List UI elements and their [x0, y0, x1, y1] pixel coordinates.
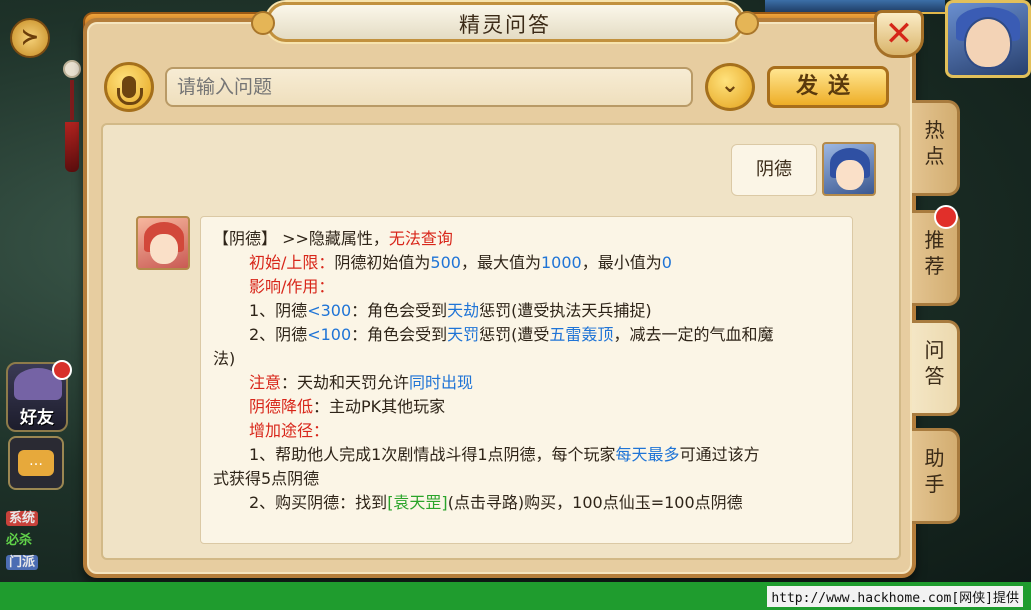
answer-line-increase-2: 2、购买阴德：找到[袁天罡](点击寻路)购买，100点仙玉=100点阴德: [249, 493, 743, 512]
recommend-notification-dot: [934, 205, 958, 229]
voice-input-button[interactable]: [104, 62, 154, 112]
friends-button[interactable]: 好友: [6, 360, 72, 432]
answer-bubble: 【阴德】 >>隐藏属性，无法查询 初始/上限：阴德初始值为500，最大值为100…: [200, 216, 853, 544]
npc-link[interactable]: [袁天罡]: [387, 493, 448, 512]
send-button[interactable]: 发送: [767, 66, 889, 108]
answer-line-note: 注意：天劫和天罚允许同时出现: [249, 373, 474, 392]
game-screen: ≻ 好友 … 系统 必杀 门派 精灵问答 ✕ ⌄ 发送 阴德 【: [0, 0, 1031, 610]
dropdown-button[interactable]: ⌄: [705, 63, 755, 111]
dialog-title: 精灵问答: [459, 13, 551, 37]
answer-line-effect-2-cont: 法): [213, 349, 236, 368]
answer-line-increase-1-cont: 式获得5点阴德: [213, 469, 320, 488]
close-icon: ✕: [884, 14, 914, 54]
tassel-ornament: [62, 60, 82, 190]
site-credit: http://www.hackhome.com[网侠]提供: [767, 586, 1023, 607]
channel-sect[interactable]: 门派: [6, 555, 39, 570]
spirit-avatar: [136, 216, 190, 270]
chat-button[interactable]: …: [8, 436, 64, 490]
channel-system[interactable]: 系统: [6, 511, 39, 526]
chevron-down-icon: ⌄: [720, 73, 740, 98]
answer-line-effect-1: 1、阴德<300：角色会受到天劫惩罚(遭受执法天兵捕捉): [249, 301, 652, 320]
microphone-icon: [117, 76, 143, 105]
answer-line-effect-2: 2、阴德<100：角色会受到天罚惩罚(遭受五雷轰顶，减去一定的气血和魔: [249, 325, 774, 344]
tab-hot[interactable]: 热点: [912, 100, 960, 196]
chat-channel-list: 系统 必杀 门派: [6, 508, 86, 574]
answer-line-effect-head: 影响/作用：: [249, 277, 335, 296]
friends-label: 好友: [20, 408, 54, 428]
title-plate: 精灵问答: [251, 2, 759, 42]
tab-qa[interactable]: 问答: [912, 320, 960, 416]
scroll-ornament-right: [735, 11, 759, 35]
channel-kill[interactable]: 必杀: [6, 533, 32, 548]
answer-line-header: 【阴德】 >>隐藏属性，无法查询: [213, 229, 453, 248]
notification-dot: [52, 360, 72, 380]
answer-line-increase-1: 1、帮助他人完成1次剧情战斗得1点阴德，每个玩家每天最多可通过该方: [249, 445, 760, 464]
close-button[interactable]: ✕: [874, 10, 924, 58]
player-portrait[interactable]: [945, 0, 1031, 78]
answer-line-decrease: 阴德降低：主动PK其他玩家: [249, 397, 446, 416]
user-question-bubble: 阴德: [731, 144, 817, 196]
back-arrow-icon[interactable]: ≻: [10, 18, 50, 58]
user-avatar: [822, 142, 876, 196]
portrait-face: [964, 17, 1012, 69]
answer-line-initial: 初始/上限：阴德初始值为500，最大值为1000，最小值为0: [249, 253, 672, 272]
tab-helper[interactable]: 助手: [912, 428, 960, 524]
question-input[interactable]: [165, 67, 693, 107]
answer-line-increase-head: 增加途径：: [249, 421, 330, 440]
chat-bubble-icon: …: [18, 450, 54, 476]
